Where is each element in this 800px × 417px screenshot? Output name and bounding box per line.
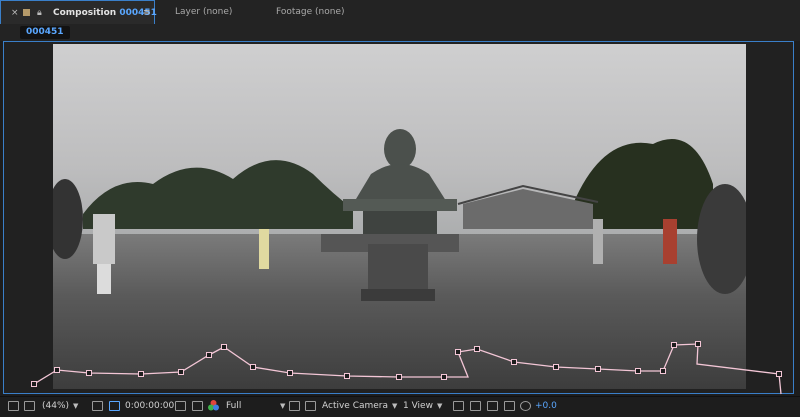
view-layout-dropdown[interactable]: 1 View ▼: [403, 400, 442, 413]
comp-navigator-bar: 000451: [0, 24, 800, 41]
fast-preview-icon[interactable]: [470, 401, 481, 411]
composition-label: Composition: [53, 8, 117, 18]
zoom-dropdown[interactable]: (44%) ▼: [42, 400, 78, 413]
close-icon[interactable]: ×: [11, 1, 19, 25]
lock-icon[interactable]: [23, 9, 30, 16]
timecode-display[interactable]: 0:00:00:00: [125, 400, 174, 413]
resolution-value: Full: [226, 401, 242, 411]
composition-title: Composition 000451: [53, 1, 157, 25]
camera-value: Active Camera: [322, 401, 389, 411]
panorama-scene: [53, 129, 746, 301]
composition-number: 000451: [119, 8, 157, 18]
resolution-dropdown[interactable]: Full: [226, 400, 241, 413]
monitor-icon[interactable]: [24, 401, 35, 411]
flowchart-icon[interactable]: [504, 401, 515, 411]
transparency-grid-icon[interactable]: [305, 401, 316, 411]
region-icon[interactable]: [289, 401, 300, 411]
tab-footage[interactable]: Footage (none): [276, 0, 345, 24]
snapshot-icon[interactable]: [175, 401, 186, 411]
panel-menu-icon[interactable]: ≡: [143, 1, 151, 25]
chevron-down-icon: ▼: [392, 402, 398, 410]
comp-breadcrumb[interactable]: 000451: [20, 26, 70, 39]
color-channel-icon[interactable]: [207, 399, 220, 412]
timeline-icon[interactable]: [487, 401, 498, 411]
zoom-value: (44%): [42, 401, 70, 411]
exposure-value[interactable]: +0.0: [535, 400, 557, 413]
tab-composition[interactable]: × 🔒︎ Composition 000451 ≡: [0, 0, 157, 25]
show-snapshot-icon[interactable]: [192, 401, 203, 411]
chevron-down-icon: ▼: [73, 402, 79, 410]
safe-margins-icon[interactable]: [92, 401, 103, 411]
always-preview-icon[interactable]: [8, 401, 19, 411]
composition-viewer[interactable]: [53, 44, 746, 389]
chevron-down-icon: ▼: [436, 402, 443, 410]
layout-icon[interactable]: [453, 401, 464, 411]
view-value: 1 View: [403, 401, 433, 411]
viewer-toolbar: (44%) ▼ 0:00:00:00 Full ▼ Active Camera ▼ …: [0, 396, 800, 417]
lock-toggle-icon[interactable]: 🔒︎: [37, 1, 42, 25]
chevron-down-icon[interactable]: ▼: [280, 400, 285, 413]
tab-layer[interactable]: Layer (none): [175, 0, 232, 24]
exposure-icon[interactable]: [520, 401, 531, 411]
grid-toggle-icon[interactable]: [109, 401, 120, 411]
camera-dropdown[interactable]: Active Camera ▼: [322, 400, 397, 413]
panel-tab-bar: × 🔒︎ Composition 000451 ≡ Layer (none) F…: [0, 0, 800, 25]
